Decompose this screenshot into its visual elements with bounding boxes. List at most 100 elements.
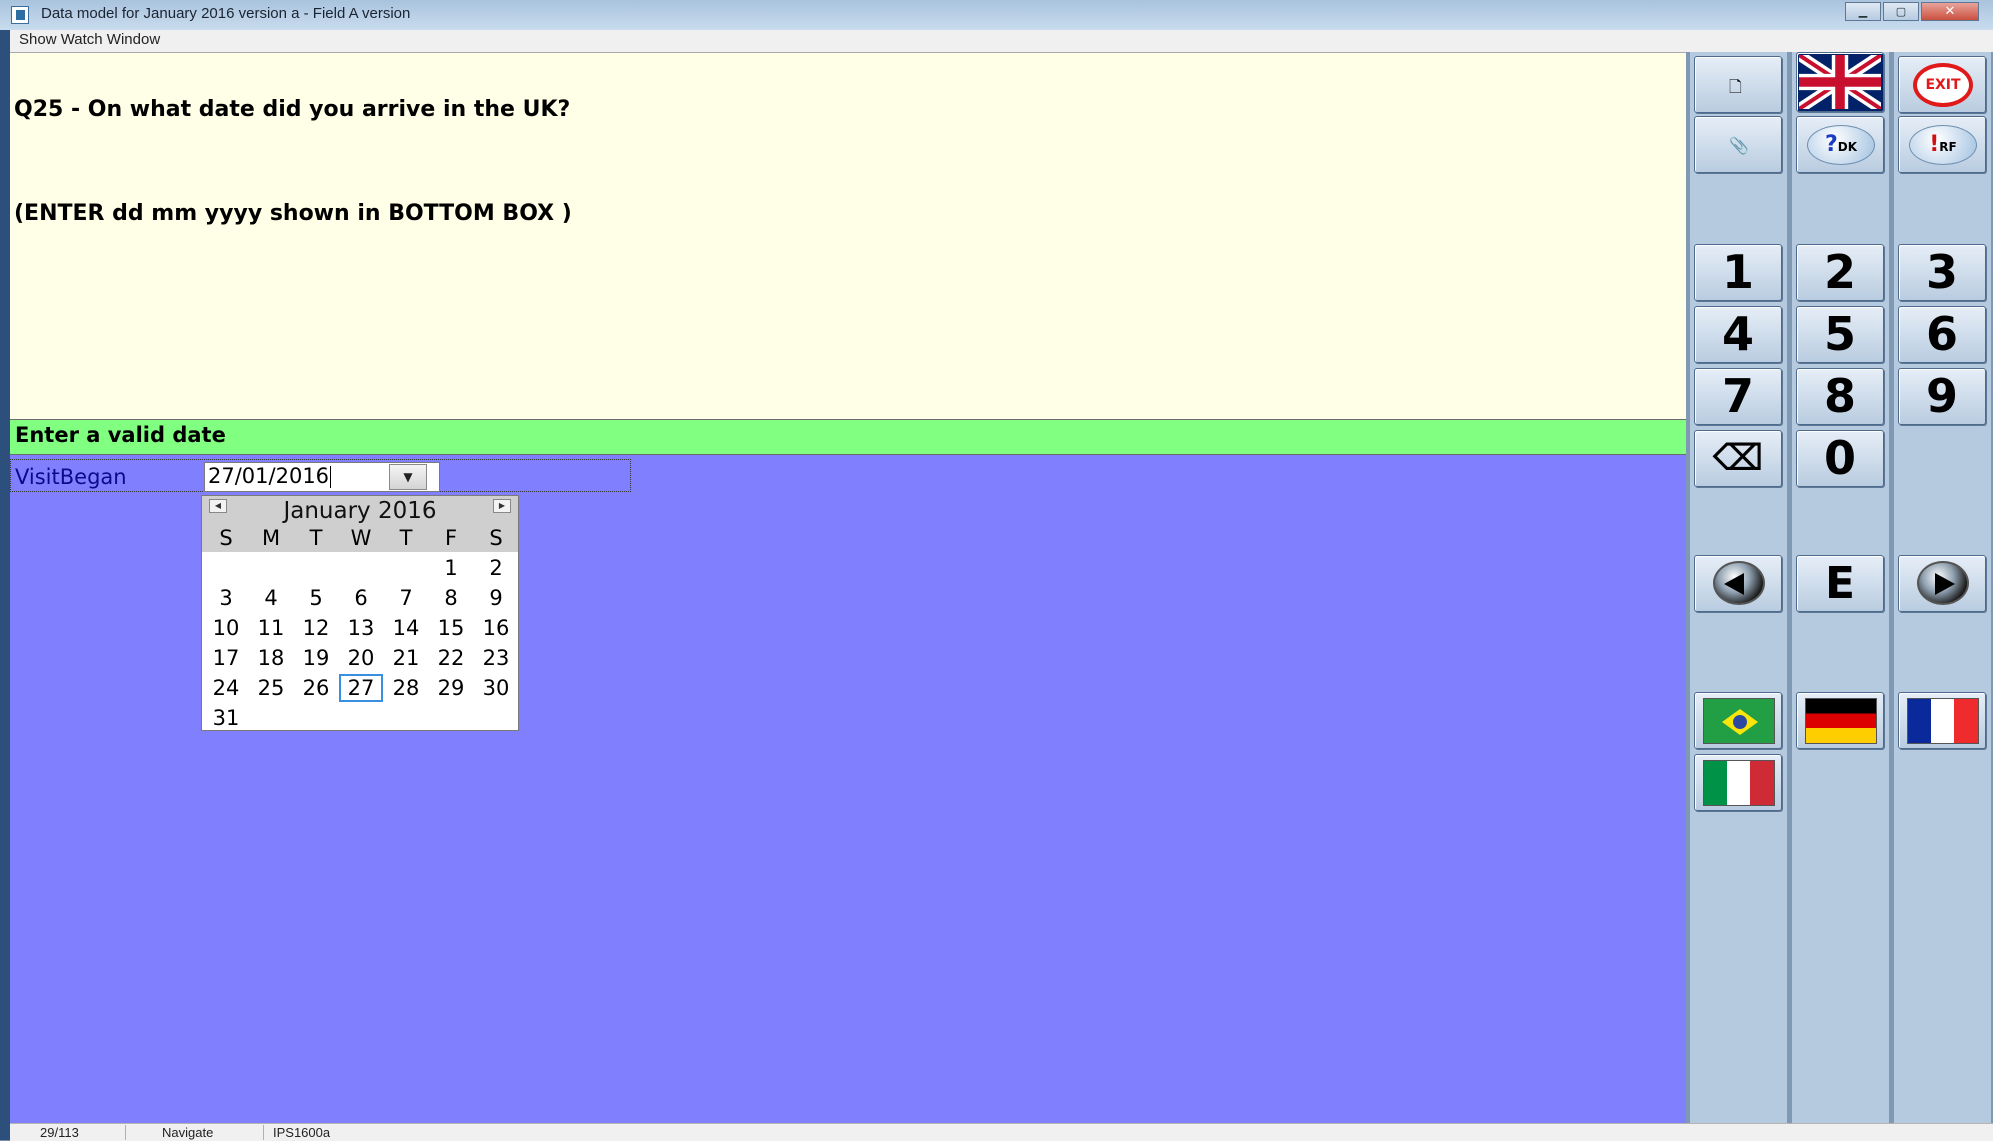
calendar-day[interactable]: 10 (204, 614, 248, 642)
paperclip-icon: 📎 (1729, 136, 1749, 155)
calendar-day[interactable]: 6 (339, 584, 383, 612)
key-1[interactable]: 1 (1694, 244, 1782, 301)
calendar-day[interactable]: 30 (474, 674, 518, 702)
key-4[interactable]: 4 (1694, 306, 1782, 363)
side-keypad-panel: 🗋 📎 1 4 7 ⌫ ?DK 2 5 8 0 E EXIT !RF 3 6 9 (1686, 52, 1993, 1123)
weekday-label: S (219, 526, 233, 550)
weekday-label: M (261, 526, 281, 550)
question-instruction: (ENTER dd mm yyyy shown in BOTTOM BOX ) (14, 201, 572, 226)
status-separator (125, 1125, 126, 1140)
calendar-day[interactable]: 21 (384, 644, 428, 672)
validation-message: Enter a valid date (15, 423, 226, 447)
weekday-label: W (350, 526, 372, 550)
calendar-day[interactable]: 2 (474, 554, 518, 582)
exit-button[interactable]: EXIT (1898, 56, 1986, 113)
calendar-day[interactable]: 18 (249, 644, 293, 672)
calendar-day[interactable]: 9 (474, 584, 518, 612)
calendar-day[interactable]: 3 (204, 584, 248, 612)
brazil-flag-icon (1703, 698, 1775, 744)
left-arrow-icon (1713, 561, 1765, 605)
key-7[interactable]: 7 (1694, 368, 1782, 425)
window-frame (0, 30, 10, 1140)
question-text: Q25 - On what date did you arrive in the… (14, 97, 571, 122)
calendar-dropdown-button[interactable]: ▼ (389, 464, 427, 490)
calendar-day[interactable]: 4 (249, 584, 293, 612)
germany-flag-icon (1805, 698, 1877, 744)
status-field-name: IPS1600a (273, 1125, 331, 1140)
key-8[interactable]: 8 (1796, 368, 1884, 425)
calendar-day[interactable]: 29 (429, 674, 473, 702)
status-bar: 29/113 Navigate IPS1600a (10, 1123, 1993, 1141)
calendar-day[interactable]: 14 (384, 614, 428, 642)
calendar-day[interactable]: 22 (429, 644, 473, 672)
calendar-day-selected[interactable]: 27 (339, 674, 383, 702)
weekday-label: F (444, 526, 458, 550)
calendar-day[interactable]: 8 (429, 584, 473, 612)
refused-button[interactable]: !RF (1898, 116, 1986, 173)
france-flag-button[interactable] (1898, 692, 1986, 749)
question-panel: Q25 - On what date did you arrive in the… (10, 52, 1686, 419)
window-controls: ▁ ▢ ✕ (1843, 2, 1979, 21)
calendar-day[interactable]: 12 (294, 614, 338, 642)
window-title: Data model for January 2016 version a - … (41, 5, 411, 22)
calendar-day[interactable]: 23 (474, 644, 518, 672)
right-arrow-icon (1917, 561, 1969, 605)
calendar-day[interactable]: 19 (294, 644, 338, 672)
calendar-header: ◀ January 2016 ▶ SMTWTFS (202, 496, 518, 552)
calendar-day[interactable]: 5 (294, 584, 338, 612)
calendar-day[interactable]: 28 (384, 674, 428, 702)
key-2[interactable]: 2 (1796, 244, 1884, 301)
field-row: VisitBegan 27/01/2016 ▼ (10, 459, 631, 492)
germany-flag-button[interactable] (1796, 692, 1884, 749)
app-icon (11, 6, 29, 24)
title-bar: Data model for January 2016 version a - … (0, 0, 1993, 31)
calendar-day[interactable]: 1 (429, 554, 473, 582)
weekday-label: T (399, 526, 413, 550)
weekday-label: S (489, 526, 503, 550)
calendar-day[interactable]: 31 (204, 704, 248, 732)
close-button[interactable]: ✕ (1921, 2, 1979, 21)
key-0[interactable]: 0 (1796, 430, 1884, 487)
enter-button[interactable]: E (1796, 555, 1884, 612)
text-caret (330, 466, 332, 488)
minimize-button[interactable]: ▁ (1845, 2, 1881, 21)
backspace-button[interactable]: ⌫ (1694, 430, 1782, 487)
maximize-button[interactable]: ▢ (1883, 2, 1919, 21)
weekday-row: SMTWTFS (202, 526, 518, 552)
refused-icon: !RF (1909, 125, 1977, 165)
answer-panel: VisitBegan 27/01/2016 ▼ ◀ January 2016 ▶… (10, 455, 1686, 1123)
key-9[interactable]: 9 (1898, 368, 1986, 425)
calendar-day[interactable]: 20 (339, 644, 383, 672)
uk-flag-icon (1799, 55, 1881, 109)
calendar-day[interactable]: 26 (294, 674, 338, 702)
attachment-button[interactable]: 📎 (1694, 116, 1782, 173)
dont-know-button[interactable]: ?DK (1796, 116, 1884, 173)
france-flag-icon (1907, 698, 1979, 744)
status-position: 29/113 (40, 1125, 79, 1140)
calendar-day[interactable]: 15 (429, 614, 473, 642)
key-5[interactable]: 5 (1796, 306, 1884, 363)
brazil-flag-button[interactable] (1694, 692, 1782, 749)
calendar-day[interactable]: 11 (249, 614, 293, 642)
field-label: VisitBegan (15, 465, 127, 489)
keypad-column-3: EXIT !RF 3 6 9 (1894, 52, 1991, 1123)
next-button[interactable] (1898, 555, 1986, 612)
key-3[interactable]: 3 (1898, 244, 1986, 301)
calendar-day[interactable]: 13 (339, 614, 383, 642)
date-input-value: 27/01/2016 (208, 464, 330, 488)
calendar-day[interactable]: 17 (204, 644, 248, 672)
next-month-button[interactable]: ▶ (493, 499, 511, 513)
page-icon: 🗋 (1729, 77, 1742, 96)
calendar-day[interactable]: 24 (204, 674, 248, 702)
calendar-day[interactable]: 25 (249, 674, 293, 702)
menu-show-watch-window[interactable]: Show Watch Window (19, 31, 160, 48)
previous-button[interactable] (1694, 555, 1782, 612)
calendar-day[interactable]: 16 (474, 614, 518, 642)
new-page-button[interactable]: 🗋 (1694, 56, 1782, 113)
exit-icon: EXIT (1913, 63, 1973, 107)
uk-flag-button[interactable] (1796, 52, 1884, 112)
dont-know-icon: ?DK (1807, 125, 1875, 165)
calendar-day[interactable]: 7 (384, 584, 428, 612)
key-6[interactable]: 6 (1898, 306, 1986, 363)
italy-flag-button[interactable] (1694, 754, 1782, 811)
